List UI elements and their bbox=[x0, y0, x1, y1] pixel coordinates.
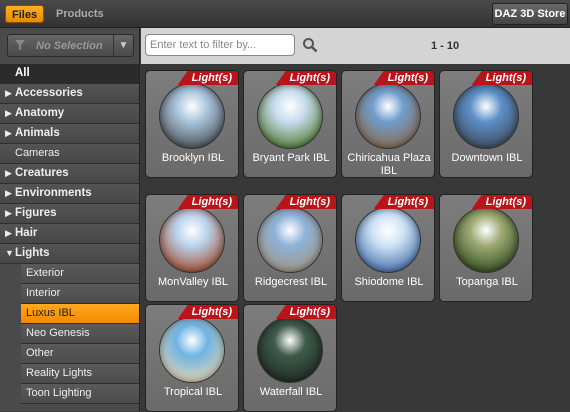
subcategory-other[interactable]: Other bbox=[21, 344, 139, 364]
category-animals[interactable]: ▶ Animals bbox=[0, 124, 139, 144]
item-card[interactable]: Light(s) Bryant Park IBL bbox=[243, 70, 337, 178]
ibl-thumbnail bbox=[453, 83, 519, 149]
subcategory-luxus-ibl[interactable]: Luxus IBL bbox=[21, 304, 139, 324]
content-pane: 1 - 10 Light(s) Brooklyn IBL Light(s) Bryan… bbox=[141, 28, 570, 412]
subcategory-reality-lights[interactable]: Reality Lights bbox=[21, 364, 139, 384]
item-card[interactable]: Light(s) Shiodome IBL bbox=[341, 194, 435, 302]
lights-badge: Light(s) bbox=[177, 305, 238, 319]
ibl-thumbnail bbox=[159, 83, 225, 149]
item-card[interactable]: Light(s) Chiricahua Plaza IBL bbox=[341, 70, 435, 178]
category-hair[interactable]: ▶ Hair bbox=[0, 224, 139, 244]
selection-text: No Selection bbox=[36, 40, 103, 52]
lights-badge: Light(s) bbox=[373, 71, 434, 85]
category-label: Environments bbox=[15, 187, 92, 199]
category-accessories[interactable]: ▶ Accessories bbox=[0, 84, 139, 104]
ibl-thumbnail bbox=[257, 83, 323, 149]
category-label: Lights bbox=[15, 247, 50, 259]
item-label: Brooklyn IBL bbox=[161, 152, 225, 164]
category-label: Anatomy bbox=[15, 107, 65, 119]
collapsed-arrow-icon[interactable]: ▶ bbox=[5, 204, 15, 223]
category-all[interactable]: All bbox=[0, 64, 139, 84]
lights-badge: Light(s) bbox=[373, 195, 434, 209]
collapsed-arrow-icon[interactable]: ▶ bbox=[5, 104, 15, 123]
item-label: Shiodome IBL bbox=[354, 276, 424, 288]
category-label: Figures bbox=[15, 207, 57, 219]
item-card[interactable]: Light(s) Ridgecrest IBL bbox=[243, 194, 337, 302]
item-card[interactable]: Light(s) Tropical IBL bbox=[145, 304, 239, 412]
item-card[interactable]: Light(s) Topanga IBL bbox=[439, 194, 533, 302]
item-label: Waterfall IBL bbox=[259, 386, 323, 398]
item-label: MonValley IBL bbox=[157, 276, 229, 288]
category-label: Animals bbox=[15, 127, 60, 139]
collapsed-arrow-icon[interactable]: ▶ bbox=[5, 164, 15, 183]
lights-badge: Light(s) bbox=[471, 195, 532, 209]
subcategory-interior[interactable]: Interior bbox=[21, 284, 139, 304]
category-lights[interactable]: ▼Lights bbox=[0, 244, 139, 264]
category-cameras[interactable]: Cameras bbox=[0, 144, 139, 164]
ibl-thumbnail bbox=[453, 207, 519, 273]
selection-icon bbox=[13, 38, 27, 52]
item-label: Tropical IBL bbox=[163, 386, 223, 398]
category-label: Cameras bbox=[15, 147, 60, 159]
category-anatomy[interactable]: ▶ Anatomy bbox=[0, 104, 139, 124]
category-figures[interactable]: ▶ Figures bbox=[0, 204, 139, 224]
daz-store-button[interactable]: DAZ 3D Store bbox=[492, 3, 568, 25]
tab-files[interactable]: Files bbox=[5, 5, 45, 23]
lights-badge: Light(s) bbox=[471, 71, 532, 85]
collapsed-arrow-icon[interactable]: ▶ bbox=[5, 224, 15, 243]
tab-products[interactable]: Products bbox=[50, 5, 110, 23]
collapsed-arrow-icon[interactable]: ▶ bbox=[5, 184, 15, 203]
page-range: 1 - 10 bbox=[431, 40, 460, 52]
category-label: All bbox=[15, 67, 30, 79]
item-label: Bryant Park IBL bbox=[252, 152, 330, 164]
item-label: Downtown IBL bbox=[451, 152, 523, 164]
expanded-arrow-icon[interactable]: ▼ bbox=[5, 244, 15, 263]
item-card[interactable]: Light(s) Downtown IBL bbox=[439, 70, 533, 178]
lights-badge: Light(s) bbox=[177, 195, 238, 209]
lights-badge: Light(s) bbox=[275, 71, 336, 85]
selection-dropdown[interactable]: No Selection ▼ bbox=[7, 34, 134, 57]
subcategory-neo-genesis[interactable]: Neo Genesis bbox=[21, 324, 139, 344]
category-label: Hair bbox=[15, 227, 38, 239]
lights-badge: Light(s) bbox=[177, 71, 238, 85]
ibl-thumbnail bbox=[159, 207, 225, 273]
top-tab-bar: Files Products DAZ 3D Store bbox=[0, 0, 570, 28]
search-icon[interactable] bbox=[302, 37, 318, 53]
item-card[interactable]: Light(s) MonValley IBL bbox=[145, 194, 239, 302]
item-card[interactable]: Light(s) Brooklyn IBL bbox=[145, 70, 239, 178]
item-label: Topanga IBL bbox=[456, 276, 518, 288]
subcategory-exterior[interactable]: Exterior bbox=[21, 264, 139, 284]
item-card[interactable]: Light(s) Waterfall IBL bbox=[243, 304, 337, 412]
category-sidebar: No Selection ▼ All ▶ Accessories ▶ Anatomy ▶ A… bbox=[0, 28, 140, 411]
filter-bar: 1 - 10 bbox=[141, 28, 570, 64]
ibl-thumbnail bbox=[355, 207, 421, 273]
category-label: Accessories bbox=[15, 87, 83, 99]
category-list: All ▶ Accessories ▶ Anatomy ▶ Animals Cameras ▶ C… bbox=[0, 64, 139, 404]
chevron-down-icon[interactable]: ▼ bbox=[113, 35, 133, 56]
category-environments[interactable]: ▶ Environments bbox=[0, 184, 139, 204]
lights-badge: Light(s) bbox=[275, 195, 336, 209]
collapsed-arrow-icon[interactable]: ▶ bbox=[5, 124, 15, 143]
subcategory-toon-lighting[interactable]: Toon Lighting bbox=[21, 384, 139, 404]
lights-badge: Light(s) bbox=[275, 305, 336, 319]
category-label: Creatures bbox=[15, 167, 69, 179]
ibl-thumbnail bbox=[257, 207, 323, 273]
ibl-thumbnail bbox=[159, 317, 225, 383]
category-creatures[interactable]: ▶ Creatures bbox=[0, 164, 139, 184]
ibl-thumbnail bbox=[355, 83, 421, 149]
item-label: Chiricahua Plaza IBL bbox=[347, 152, 431, 177]
item-label: Ridgecrest IBL bbox=[254, 276, 328, 288]
ibl-thumbnail bbox=[257, 317, 323, 383]
filter-input[interactable] bbox=[145, 34, 295, 56]
collapsed-arrow-icon[interactable]: ▶ bbox=[5, 84, 15, 103]
